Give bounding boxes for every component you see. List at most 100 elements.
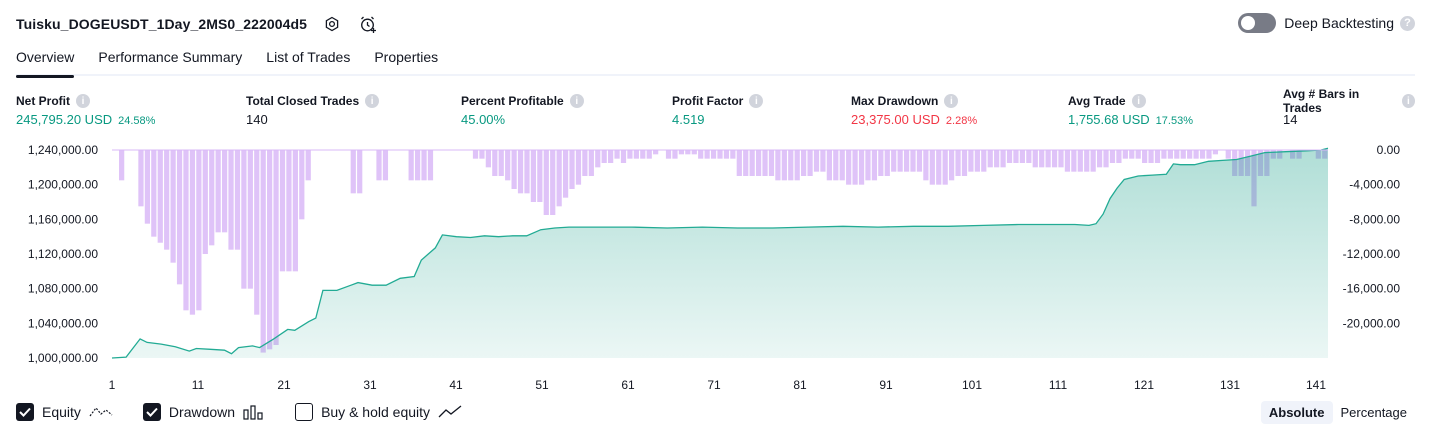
- metric-label: Profit Factor: [672, 94, 744, 108]
- drawdown-bar: [1071, 150, 1077, 172]
- drawdown-bar: [350, 150, 356, 194]
- drawdown-bar: [228, 150, 234, 250]
- drawdown-bar: [961, 150, 968, 176]
- info-icon[interactable]: i: [569, 94, 584, 108]
- help-icon[interactable]: ?: [1400, 15, 1415, 31]
- drawdown-bar: [299, 150, 305, 220]
- drawdown-bar: [813, 150, 820, 172]
- info-icon[interactable]: i: [1401, 94, 1415, 108]
- tab-overview[interactable]: Overview: [16, 44, 75, 78]
- x-tick-label: 51: [535, 378, 549, 390]
- drawdown-bar: [1135, 150, 1141, 159]
- drawdown-checkbox[interactable]: [142, 403, 161, 421]
- drawdown-bar: [1199, 150, 1206, 159]
- buy-hold-checkbox[interactable]: [295, 403, 314, 421]
- drawdown-bar: [1084, 150, 1090, 172]
- drawdown-bar: [794, 150, 800, 181]
- drawdown-bar: [672, 150, 678, 159]
- x-tick-label: 81: [793, 378, 807, 390]
- drawdown-bar: [987, 150, 993, 168]
- metric-profit-factor: Profit Factor i 4.519: [672, 93, 764, 127]
- drawdown-bar: [608, 150, 614, 163]
- absolute-button[interactable]: Absolute: [1260, 401, 1333, 424]
- x-tick-label: 21: [277, 378, 291, 390]
- drawdown-bar: [865, 150, 871, 181]
- drawdown-bar: [505, 150, 511, 181]
- x-tick-label: 71: [707, 378, 721, 390]
- drawdown-bar: [247, 150, 253, 289]
- info-icon[interactable]: i: [944, 94, 959, 108]
- drawdown-bar: [762, 150, 768, 176]
- drawdown-bar: [562, 150, 569, 198]
- drawdown-bar: [942, 150, 948, 185]
- drawdown-bar: [846, 150, 852, 185]
- drawdown-bar: [852, 150, 858, 185]
- info-icon[interactable]: i: [365, 94, 380, 108]
- drawdown-bar: [826, 150, 832, 181]
- drawdown-bar: [286, 150, 292, 272]
- drawdown-bar: [704, 150, 710, 159]
- drawdown-bar: [485, 150, 491, 168]
- settings-icon[interactable]: [321, 13, 343, 35]
- drawdown-bar: [633, 150, 639, 159]
- drawdown-bar: [183, 150, 189, 311]
- tab-list-of-trades[interactable]: List of Trades: [266, 44, 350, 76]
- info-icon[interactable]: i: [749, 94, 764, 108]
- tab-properties[interactable]: Properties: [374, 44, 438, 76]
- drawdown-bar: [408, 150, 414, 181]
- x-tick-label: 41: [449, 378, 463, 390]
- tab-performance-summary[interactable]: Performance Summary: [98, 44, 242, 76]
- add-alert-icon[interactable]: [357, 13, 379, 35]
- metric-value: 245,795.20 USD: [16, 112, 113, 127]
- equity-chart-svg[interactable]: 1,240,000.00 1,200,000.00 1,160,000.00 1,12…: [0, 140, 1431, 392]
- tab-bar: Overview Performance Summary List of Tra…: [16, 44, 1415, 78]
- drawdown-bar: [820, 150, 826, 172]
- y-left-tick-label: 1,080,000.00: [28, 282, 98, 296]
- drawdown-bar: [119, 150, 125, 181]
- drawdown-bar: [627, 150, 633, 159]
- drawdown-bar: [916, 150, 923, 172]
- y-right-tick-label: -12,000.00: [1343, 247, 1401, 261]
- y-left-tick-label: 1,200,000.00: [28, 178, 98, 192]
- drawdown-bar: [691, 150, 697, 155]
- drawdown-bar: [646, 150, 652, 159]
- y-left-tick-label: 1,160,000.00: [28, 212, 98, 226]
- drawdown-bar: [1000, 150, 1006, 168]
- deep-backtesting-toggle[interactable]: [1238, 13, 1277, 33]
- drawdown-bar: [1026, 150, 1032, 163]
- drawdown-bar: [524, 150, 530, 194]
- drawdown-bar: [640, 150, 646, 159]
- drawdown-bar: [414, 150, 421, 181]
- drawdown-bar: [923, 150, 929, 181]
- drawdown-bar: [929, 150, 935, 185]
- metrics-row: Net Profit i 245,795.20 USD 24.58% Total C…: [16, 87, 1415, 133]
- info-icon[interactable]: i: [76, 94, 90, 108]
- equity-chart[interactable]: 1,240,000.00 1,200,000.00 1,160,000.00 1,12…: [0, 140, 1431, 392]
- percentage-button[interactable]: Percentage: [1333, 401, 1416, 424]
- drawdown-bar: [1148, 150, 1154, 163]
- buy-hold-line-icon: [438, 404, 462, 420]
- drawdown-bar: [588, 150, 594, 176]
- metric-value: 4.519: [672, 112, 705, 127]
- drawdown-bar: [221, 150, 228, 233]
- x-tick-label: 91: [879, 378, 893, 390]
- info-icon[interactable]: i: [1131, 94, 1146, 108]
- legend-buy-hold[interactable]: Buy & hold equity: [295, 403, 462, 421]
- drawdown-bar: [517, 150, 524, 194]
- drawdown-bar: [601, 150, 607, 163]
- drawdown-bar: [730, 150, 736, 159]
- legend-drawdown[interactable]: Drawdown: [142, 403, 265, 421]
- metric-label: Total Closed Trades: [246, 94, 360, 108]
- metric-percent: 24.58%: [118, 115, 156, 127]
- legend-equity[interactable]: Equity: [16, 403, 113, 421]
- drawdown-bar: [273, 150, 279, 345]
- metric-label: Max Drawdown: [851, 94, 939, 108]
- drawdown-bar: [1077, 150, 1083, 172]
- drawdown-bar: [202, 150, 208, 254]
- drawdown-bar: [936, 150, 942, 185]
- x-tick-label: 101: [962, 378, 982, 390]
- drawdown-bar: [569, 150, 575, 189]
- y-right-tick-label: 0.00: [1377, 143, 1401, 157]
- deep-backtesting-label: Deep Backtesting: [1284, 15, 1394, 31]
- equity-checkbox[interactable]: [16, 403, 34, 421]
